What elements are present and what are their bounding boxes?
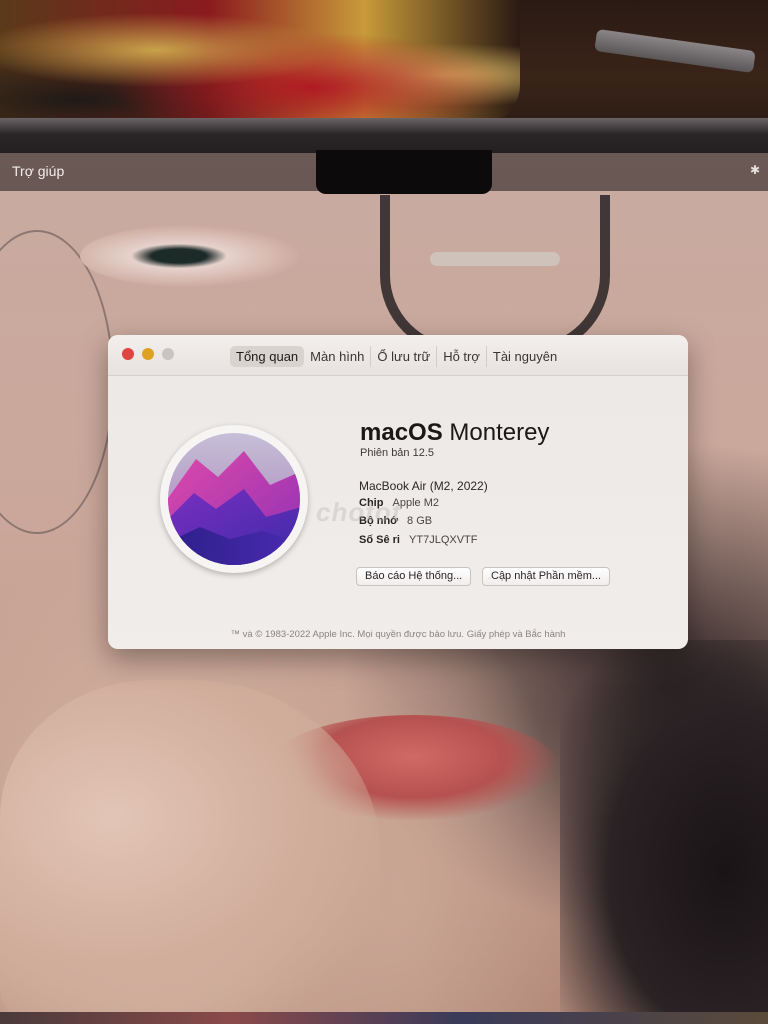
glasses-bridge	[430, 252, 560, 266]
tab-bar: Tổng quan Màn hình Ổ lưu trữ Hỗ trợ Tài …	[230, 344, 563, 368]
os-version: Phiên bản 12.5	[360, 447, 435, 459]
tab-storage[interactable]: Ổ lưu trữ	[371, 345, 438, 367]
spec-serial-label: Số Sê ri	[359, 534, 400, 546]
spec-memory-value: 8 GB	[407, 515, 433, 527]
copyright-footer: ™ và © 1983-2022 Apple Inc. Mọi quyền đư…	[230, 629, 566, 640]
tab-overview[interactable]: Tổng quan	[230, 345, 305, 367]
os-name: macOS	[360, 419, 443, 446]
about-this-mac-window: Tổng quan Màn hình Ổ lưu trữ Hỗ trợ Tài …	[108, 335, 688, 649]
system-report-button[interactable]: Báo cáo Hệ thống...	[356, 567, 472, 586]
patterned-fabric	[0, 0, 520, 125]
menu-help[interactable]: Trợ giúp	[12, 163, 64, 179]
spec-serial: Số Sê ri YT7JLQXVTF	[359, 534, 478, 546]
minimize-button[interactable]	[142, 348, 154, 360]
wallpaper-hand	[0, 680, 380, 1024]
photo-frame: Trợ giúp ✱ Tổng quan Màn hình Ổ lưu trữ …	[0, 0, 768, 1024]
dock-edge	[0, 1012, 768, 1024]
window-titlebar[interactable]: Tổng quan Màn hình Ổ lưu trữ Hỗ trợ Tài …	[108, 335, 688, 376]
macos-monterey-logo	[160, 425, 308, 573]
tab-displays[interactable]: Màn hình	[304, 345, 372, 367]
tab-resources[interactable]: Tài nguyên	[487, 346, 563, 367]
camera-notch	[316, 150, 492, 194]
glasses-right-lens	[380, 195, 610, 355]
close-button[interactable]	[122, 348, 134, 360]
software-update-button[interactable]: Cập nhật Phần mềm...	[482, 567, 611, 586]
tab-support[interactable]: Hỗ trợ	[437, 345, 487, 367]
bluetooth-icon[interactable]: ✱	[750, 163, 760, 177]
watermark-logo: chotot	[316, 497, 402, 527]
os-codename: Monterey	[449, 419, 550, 446]
mac-model: MacBook Air (M2, 2022)	[359, 479, 488, 493]
wallpaper-eye	[80, 225, 300, 287]
os-title: macOS Monterey	[360, 419, 549, 447]
zoom-button[interactable]	[162, 348, 174, 360]
wallpaper-shadow	[560, 640, 768, 1024]
spec-serial-value: YT7JLQXVTF	[409, 534, 478, 546]
